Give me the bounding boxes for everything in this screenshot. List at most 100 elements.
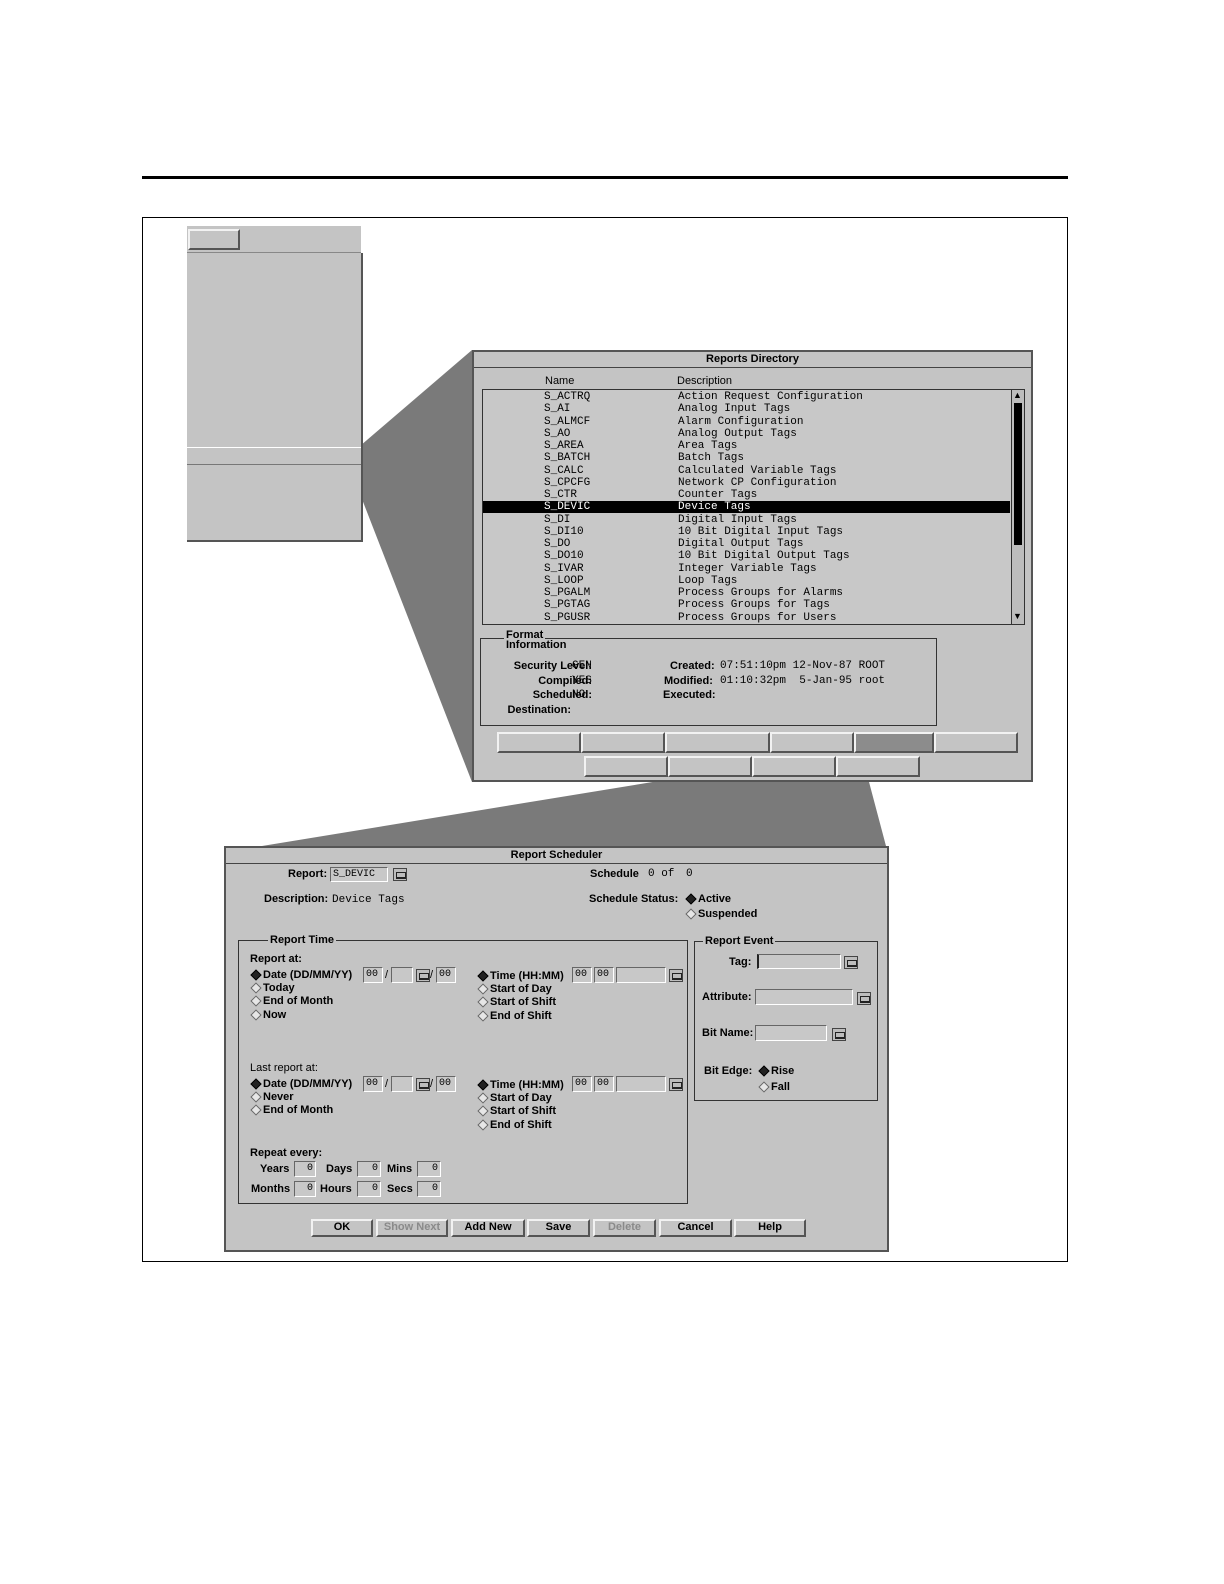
- last-year-field[interactable]: 00: [436, 1076, 456, 1092]
- scroll-down-arrow-icon[interactable]: ▼: [1013, 612, 1022, 621]
- report-scheduler-window: Report Scheduler Report: S_DEVIC Schedul…: [224, 846, 889, 1252]
- bit-edge-rise-label: Rise: [771, 1065, 795, 1077]
- save-button[interactable]: Save: [527, 1219, 590, 1237]
- report-list[interactable]: S_ACTRQ Action Request Configuration S_AI A…: [482, 389, 1025, 625]
- scroll-up-arrow-icon[interactable]: ▲: [1013, 391, 1022, 400]
- tag-field[interactable]: [757, 954, 841, 969]
- modified-value: 01:10:32pm 5-Jan-95 root: [720, 675, 886, 687]
- list-item[interactable]: S_DI10 10 Bit Digital Input Tags: [483, 526, 1010, 538]
- tag-pick-icon[interactable]: [844, 956, 858, 969]
- zoom-callouts: [262, 350, 886, 846]
- last-day-field[interactable]: 00: [363, 1076, 383, 1092]
- status-active-radio[interactable]: [685, 893, 697, 905]
- hours-field[interactable]: 0: [357, 1181, 381, 1197]
- ok-button[interactable]: OK: [311, 1219, 373, 1237]
- report-year-field[interactable]: 00: [436, 967, 456, 983]
- status-suspended-radio[interactable]: [685, 908, 697, 920]
- created-value: 07:51:10pm 12-Nov-87 ROOT: [720, 660, 886, 672]
- schedule-label: Schedule: [590, 868, 639, 880]
- days-field[interactable]: 0: [357, 1161, 381, 1177]
- bit-name-field[interactable]: [755, 1025, 827, 1041]
- list-item[interactable]: S_DO10 10 Bit Digital Output Tags: [483, 550, 1010, 562]
- list-item[interactable]: S_PGUSR Process Groups for Users: [483, 612, 1010, 624]
- report-time-label: Time (HH:MM): [490, 970, 564, 982]
- list-item[interactable]: S_LOOP Loop Tags: [483, 575, 1010, 587]
- last-month-field[interactable]: [391, 1076, 413, 1092]
- directory-button-8[interactable]: [668, 756, 752, 777]
- menu-button[interactable]: [188, 229, 240, 250]
- directory-button-2[interactable]: [581, 732, 665, 753]
- list-item[interactable]: S_AREA Area Tags: [483, 440, 1010, 452]
- list-item[interactable]: S_DO Digital Output Tags: [483, 538, 1010, 550]
- column-header-name[interactable]: Name: [545, 375, 574, 388]
- bit-edge-label: Bit Edge:: [704, 1065, 753, 1077]
- months-field[interactable]: 0: [294, 1181, 316, 1197]
- list-item[interactable]: S_DI Digital Input Tags: [483, 514, 1010, 526]
- report-date-label: Date (DD/MM/YY): [263, 969, 353, 981]
- report-time-pick-icon[interactable]: [669, 969, 683, 982]
- report-description: Area Tags: [678, 440, 738, 452]
- report-time-extra-field[interactable]: [616, 967, 666, 983]
- list-item[interactable]: S_CALC Calculated Variable Tags: [483, 465, 1010, 477]
- report-hour-field[interactable]: 00: [572, 967, 592, 983]
- report-name: S_AO: [544, 427, 571, 440]
- attribute-pick-icon[interactable]: [857, 992, 871, 1005]
- list-item[interactable]: S_DEVIC Device Tags: [483, 501, 1010, 514]
- bit-name-pick-icon[interactable]: [832, 1028, 846, 1041]
- list-item[interactable]: S_IVAR Integer Variable Tags: [483, 563, 1010, 575]
- show-next-button[interactable]: Show Next: [376, 1219, 448, 1237]
- mins-field[interactable]: 0: [417, 1161, 441, 1177]
- report-description: Digital Output Tags: [678, 538, 804, 550]
- attribute-field[interactable]: [755, 989, 853, 1005]
- report-name: S_BATCH: [544, 452, 591, 465]
- directory-button-4[interactable]: [770, 732, 854, 753]
- last-end-of-shift-label: End of Shift: [490, 1119, 552, 1131]
- help-button[interactable]: Help: [734, 1219, 806, 1237]
- cancel-button[interactable]: Cancel: [659, 1219, 732, 1237]
- report-pick-list-icon[interactable]: [393, 868, 407, 881]
- last-month-pick-icon[interactable]: [416, 1078, 430, 1091]
- list-item[interactable]: S_CPCFG Network CP Configuration: [483, 477, 1010, 489]
- last-time-extra-field[interactable]: [616, 1076, 666, 1092]
- report-month-pick-icon[interactable]: [416, 969, 430, 982]
- list-item[interactable]: S_BATCH Batch Tags: [483, 452, 1010, 464]
- report-name-field[interactable]: S_DEVIC: [330, 867, 388, 882]
- directory-button-6[interactable]: [934, 732, 1018, 753]
- report-month-field[interactable]: [391, 967, 413, 983]
- report-name: S_LOOP: [544, 574, 584, 587]
- last-date-separator-2: /: [430, 1078, 434, 1090]
- schedule-total: 0: [686, 868, 693, 880]
- last-hour-field[interactable]: 00: [572, 1076, 592, 1092]
- last-minute-field[interactable]: 00: [594, 1076, 614, 1092]
- delete-button[interactable]: Delete: [593, 1219, 656, 1237]
- report-name: S_CTR: [544, 489, 578, 501]
- list-item[interactable]: S_ACTRQ Action Request Configuration: [483, 391, 1010, 403]
- column-header-description[interactable]: Description: [677, 375, 732, 388]
- directory-button-3[interactable]: [665, 732, 770, 753]
- secs-field[interactable]: 0: [417, 1181, 441, 1197]
- report-day-field[interactable]: 00: [363, 967, 383, 983]
- directory-button-7[interactable]: [584, 756, 668, 777]
- directory-button-schedule[interactable]: [854, 732, 934, 753]
- list-item[interactable]: S_PGALM Process Groups for Alarms: [483, 587, 1010, 599]
- list-item[interactable]: S_AO Analog Output Tags: [483, 428, 1010, 440]
- directory-button-1[interactable]: [497, 732, 581, 753]
- report-today-label: Today: [263, 982, 295, 994]
- list-item[interactable]: S_AI Analog Input Tags: [483, 403, 1010, 415]
- report-name: S_IVAR: [544, 562, 584, 575]
- scroll-thumb[interactable]: [1014, 403, 1022, 545]
- report-end-of-shift-label: End of Shift: [490, 1010, 552, 1022]
- years-field[interactable]: 0: [294, 1161, 316, 1177]
- modified-label: Modified:: [664, 675, 713, 687]
- secs-label: Secs: [387, 1183, 413, 1195]
- list-item[interactable]: S_ALMCF Alarm Configuration: [483, 416, 1010, 428]
- add-new-button[interactable]: Add New: [451, 1219, 525, 1237]
- report-minute-field[interactable]: 00: [594, 967, 614, 983]
- last-time-pick-icon[interactable]: [669, 1078, 683, 1091]
- directory-button-9[interactable]: [752, 756, 836, 777]
- list-item[interactable]: S_CTR Counter Tags: [483, 489, 1010, 501]
- list-item[interactable]: S_PGTAG Process Groups for Tags: [483, 599, 1010, 611]
- last-date-label: Date (DD/MM/YY): [263, 1078, 353, 1090]
- directory-button-10[interactable]: [836, 756, 920, 777]
- list-scrollbar[interactable]: ▲ ▼: [1011, 390, 1024, 624]
